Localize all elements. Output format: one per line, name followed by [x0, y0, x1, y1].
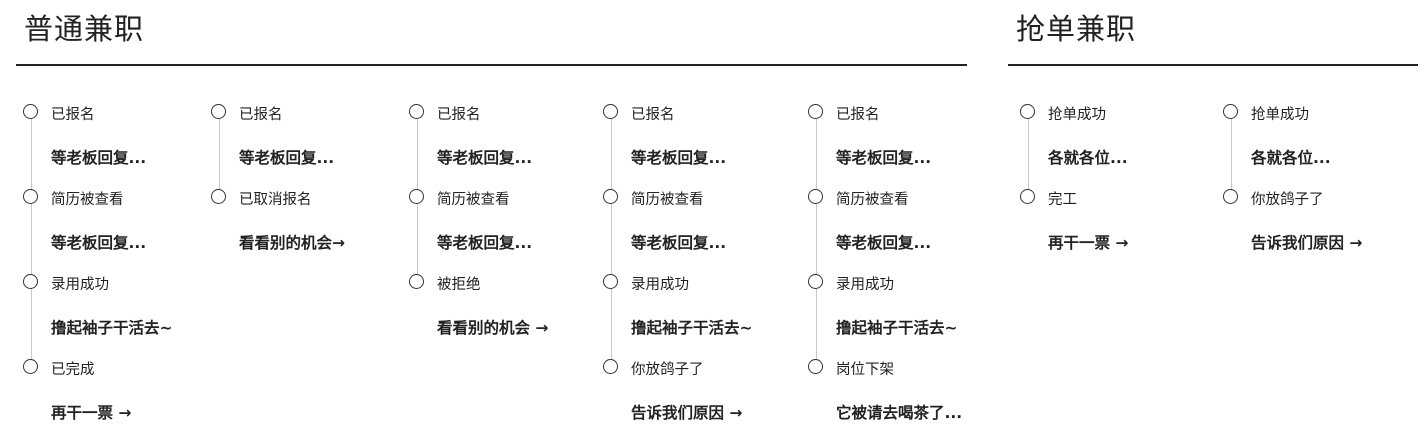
step-label: 简历被查看	[437, 192, 510, 208]
step-circle-icon	[808, 189, 823, 204]
step-description: 各就各位...	[1251, 149, 1331, 167]
step-label: 岗位下架	[836, 362, 894, 378]
step-label: 已报名	[836, 107, 880, 123]
step-label: 你放鸽子了	[631, 362, 704, 378]
section-divider	[16, 64, 967, 66]
step-label: 抢单成功	[1048, 107, 1106, 123]
step-label: 已报名	[239, 107, 283, 123]
step-label: 录用成功	[836, 277, 894, 293]
step-circle-icon	[1020, 104, 1035, 119]
step-circle-icon	[603, 189, 618, 204]
step-label: 录用成功	[631, 277, 689, 293]
step-circle-icon	[808, 104, 823, 119]
step-description: 等老板回复...	[51, 234, 147, 252]
step-circle-icon	[409, 189, 424, 204]
step-circle-icon	[23, 189, 38, 204]
step-description: 各就各位...	[1048, 149, 1128, 167]
step-label: 已报名	[51, 107, 95, 123]
step-circle-icon	[808, 274, 823, 289]
step-label: 录用成功	[51, 277, 109, 293]
step-description: 等老板回复...	[51, 149, 147, 167]
step-label: 已报名	[631, 107, 675, 123]
step-action-link[interactable]: 告诉我们原因 →	[631, 401, 742, 423]
step-circle-icon	[409, 104, 424, 119]
step-circle-icon	[211, 189, 226, 204]
step-description: 撸起袖子干活去~	[51, 319, 173, 337]
step-action-link[interactable]: 再干一票 →	[51, 401, 131, 423]
step-circle-icon	[603, 359, 618, 374]
step-label: 抢单成功	[1251, 107, 1309, 123]
step-circle-icon	[211, 104, 226, 119]
step-label: 简历被查看	[51, 192, 124, 208]
step-label: 完工	[1048, 192, 1077, 208]
step-description: 等老板回复...	[239, 149, 335, 167]
step-action-link[interactable]: 告诉我们原因 →	[1251, 231, 1362, 253]
step-description: 等老板回复...	[437, 149, 533, 167]
section-title: 普通兼职	[24, 12, 145, 46]
step-description: 它被请去喝茶了...	[836, 404, 963, 422]
section-title: 抢单兼职	[1016, 12, 1137, 46]
step-description: 等老板回复...	[836, 234, 932, 252]
step-label: 被拒绝	[437, 277, 481, 293]
step-circle-icon	[603, 274, 618, 289]
step-label: 你放鸽子了	[1251, 192, 1324, 208]
step-circle-icon	[409, 274, 424, 289]
step-description: 等老板回复...	[631, 149, 727, 167]
step-action-link[interactable]: 看看别的机会 →	[437, 316, 548, 338]
step-circle-icon	[603, 104, 618, 119]
step-circle-icon	[23, 104, 38, 119]
step-description: 撸起袖子干活去~	[631, 319, 753, 337]
step-description: 等老板回复...	[631, 234, 727, 252]
step-circle-icon	[808, 359, 823, 374]
step-label: 已取消报名	[239, 192, 312, 208]
timeline-line	[816, 118, 817, 373]
step-circle-icon	[1223, 104, 1238, 119]
step-action-link[interactable]: 再干一票 →	[1048, 231, 1128, 253]
timeline-line	[611, 118, 612, 373]
step-label: 简历被查看	[631, 192, 704, 208]
timeline-line	[31, 118, 32, 373]
step-description: 等老板回复...	[836, 149, 932, 167]
step-action-link[interactable]: 看看别的机会→	[239, 231, 345, 253]
step-description: 撸起袖子干活去~	[836, 319, 958, 337]
step-circle-icon	[23, 274, 38, 289]
step-circle-icon	[1020, 189, 1035, 204]
step-label: 已完成	[51, 362, 95, 378]
step-circle-icon	[23, 359, 38, 374]
step-label: 已报名	[437, 107, 481, 123]
step-label: 简历被查看	[836, 192, 909, 208]
step-description: 等老板回复...	[437, 234, 533, 252]
section-divider	[1008, 64, 1418, 66]
step-circle-icon	[1223, 189, 1238, 204]
